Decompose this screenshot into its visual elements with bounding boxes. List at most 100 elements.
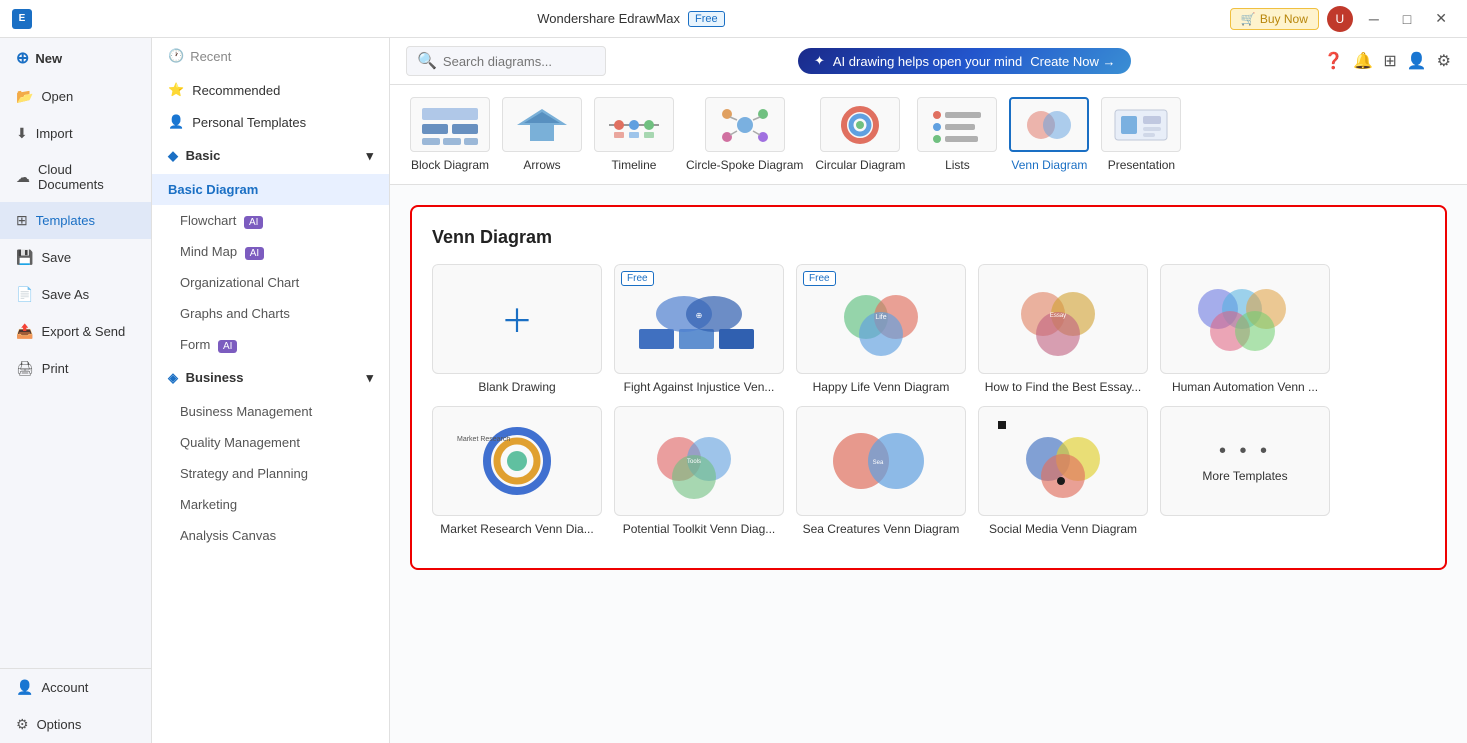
diagram-type-timeline[interactable]: Timeline bbox=[594, 97, 674, 172]
presentation-label: Presentation bbox=[1108, 158, 1175, 172]
recommended-item[interactable]: ⭐ Recommended bbox=[152, 74, 389, 106]
toolbar-icons: ❓ 🔔 ⊞ 👤 ⚙ bbox=[1323, 51, 1451, 71]
basic-diagram-item[interactable]: Basic Diagram bbox=[152, 174, 389, 205]
recent-icon: 🕐 bbox=[168, 48, 184, 64]
sidebar-item-export[interactable]: 📤 Export & Send bbox=[0, 313, 151, 350]
maximize-button[interactable]: □ bbox=[1395, 7, 1419, 31]
svg-text:Sea: Sea bbox=[873, 460, 884, 466]
ai-banner[interactable]: ✦ AI drawing helps open your mind Create… bbox=[798, 48, 1132, 74]
sea-name: Sea Creatures Venn Diagram bbox=[796, 522, 966, 536]
template-happy[interactable]: Free Life Happy Life Venn Diagram bbox=[796, 264, 966, 394]
business-collapse-icon: ▾ bbox=[366, 370, 373, 386]
quality-mgmt-item[interactable]: Quality Management bbox=[152, 427, 389, 458]
basic-category[interactable]: ◆ Basic ▾ bbox=[152, 138, 389, 174]
sidebar-item-cloud[interactable]: ☁ Cloud Documents bbox=[0, 152, 151, 202]
sidebar-item-save[interactable]: 💾 Save bbox=[0, 239, 151, 276]
template-fight[interactable]: Free ⊕ Fight Against Injustice Ven... bbox=[614, 264, 784, 394]
template-social[interactable]: Social Media Venn Diagram bbox=[978, 406, 1148, 536]
more-templates-card[interactable]: • • • More Templates bbox=[1160, 406, 1330, 516]
minimize-button[interactable]: ─ bbox=[1361, 7, 1387, 31]
analysis-item[interactable]: Analysis Canvas bbox=[152, 520, 389, 551]
svg-text:Life: Life bbox=[875, 314, 886, 321]
main-content: 🔍 ✦ AI drawing helps open your mind Crea… bbox=[390, 38, 1467, 743]
diagram-type-venn[interactable]: Venn Diagram bbox=[1009, 97, 1089, 172]
template-market[interactable]: Market Research Market Research Venn Dia… bbox=[432, 406, 602, 536]
template-automation[interactable]: Human Automation Venn ... bbox=[1160, 264, 1330, 394]
user-icon[interactable]: 👤 bbox=[1407, 51, 1427, 71]
template-row-1: ＋ Blank Drawing Free bbox=[432, 264, 1425, 394]
bell-icon[interactable]: 🔔 bbox=[1353, 51, 1373, 71]
svg-text:Market Research: Market Research bbox=[457, 436, 510, 443]
main-layout: ⊕ New 📂 Open ⬇ Import ☁ Cloud Documents … bbox=[0, 38, 1467, 743]
user-avatar[interactable]: U bbox=[1327, 6, 1353, 32]
diagram-type-presentation[interactable]: Presentation bbox=[1101, 97, 1181, 172]
blank-name: Blank Drawing bbox=[432, 380, 602, 394]
template-blank[interactable]: ＋ Blank Drawing bbox=[432, 264, 602, 394]
diagram-type-block[interactable]: Block Diagram bbox=[410, 97, 490, 172]
sidebar-item-options[interactable]: ⚙ Options bbox=[0, 706, 151, 743]
flowchart-item[interactable]: Flowchart AI bbox=[152, 205, 389, 236]
business-mgmt-item[interactable]: Business Management bbox=[152, 396, 389, 427]
timeline-label: Timeline bbox=[612, 158, 657, 172]
arrows-label: Arrows bbox=[523, 158, 560, 172]
title-bar: E Wondershare EdrawMax Free 🛒 Buy Now U … bbox=[0, 0, 1467, 38]
sidebar-item-open[interactable]: 📂 Open bbox=[0, 78, 151, 115]
open-icon: 📂 bbox=[16, 88, 33, 105]
close-button[interactable]: ✕ bbox=[1427, 6, 1455, 31]
mid-panel: 🕐 Recent ⭐ Recommended 👤 Personal Templa… bbox=[152, 38, 390, 743]
mind-map-item[interactable]: Mind Map AI bbox=[152, 236, 389, 267]
business-category[interactable]: ◈ Business ▾ bbox=[152, 360, 389, 396]
sidebar-item-account[interactable]: 👤 Account bbox=[0, 669, 151, 706]
diagram-type-arrows[interactable]: Arrows bbox=[502, 97, 582, 172]
title-bar-right: 🛒 Buy Now U ─ □ ✕ bbox=[1230, 6, 1455, 32]
create-now-button[interactable]: Create Now → bbox=[1030, 54, 1115, 69]
search-icon: 🔍 bbox=[417, 51, 437, 71]
more-templates-label: More Templates bbox=[1202, 469, 1287, 483]
template-toolkit[interactable]: Tools Potential Toolkit Venn Diag... bbox=[614, 406, 784, 536]
sidebar-item-save-as[interactable]: 📄 Save As bbox=[0, 276, 151, 313]
import-icon: ⬇ bbox=[16, 125, 28, 142]
cloud-icon: ☁ bbox=[16, 169, 30, 186]
svg-text:Essay: Essay bbox=[1050, 313, 1066, 319]
grid-icon[interactable]: ⊞ bbox=[1383, 51, 1396, 71]
sidebar-item-templates[interactable]: ⊞ Templates bbox=[0, 202, 151, 239]
app-name: Wondershare EdrawMax bbox=[537, 11, 680, 26]
blank-plus-icon: ＋ bbox=[501, 296, 533, 342]
sidebar-item-print[interactable]: 🖨 Print bbox=[0, 350, 151, 387]
org-chart-item[interactable]: Organizational Chart bbox=[152, 267, 389, 298]
form-ai-badge: AI bbox=[218, 340, 237, 353]
toolkit-img: Tools bbox=[614, 406, 784, 516]
essay-svg: Essay bbox=[998, 279, 1128, 359]
venn-section-title: Venn Diagram bbox=[432, 227, 1425, 248]
circular-svg bbox=[830, 104, 890, 146]
template-essay[interactable]: Essay How to Find the Best Essay... bbox=[978, 264, 1148, 394]
sidebar-item-import[interactable]: ⬇ Import bbox=[0, 115, 151, 152]
options-icon: ⚙ bbox=[16, 716, 29, 733]
circle-spoke-thumb bbox=[705, 97, 785, 152]
market-img: Market Research bbox=[432, 406, 602, 516]
title-bar-center: Wondershare EdrawMax Free bbox=[537, 11, 724, 27]
diagram-type-circular[interactable]: Circular Diagram bbox=[815, 97, 905, 172]
buy-now-button[interactable]: 🛒 Buy Now bbox=[1230, 8, 1319, 30]
personal-templates-item[interactable]: 👤 Personal Templates bbox=[152, 106, 389, 138]
happy-img: Free Life bbox=[796, 264, 966, 374]
marketing-item[interactable]: Marketing bbox=[152, 489, 389, 520]
strategy-item[interactable]: Strategy and Planning bbox=[152, 458, 389, 489]
template-more[interactable]: • • • More Templates bbox=[1160, 406, 1330, 536]
app-logo: E bbox=[12, 9, 32, 29]
personal-icon: 👤 bbox=[168, 114, 184, 130]
form-item[interactable]: Form AI bbox=[152, 329, 389, 360]
settings-icon[interactable]: ⚙ bbox=[1437, 51, 1451, 71]
plus-icon: ⊕ bbox=[16, 48, 29, 68]
template-sea[interactable]: Sea Sea Creatures Venn Diagram bbox=[796, 406, 966, 536]
new-button[interactable]: ⊕ New bbox=[0, 38, 151, 78]
help-icon[interactable]: ❓ bbox=[1323, 51, 1343, 71]
diagram-type-lists[interactable]: Lists bbox=[917, 97, 997, 172]
export-icon: 📤 bbox=[16, 323, 33, 340]
arrows-thumb bbox=[502, 97, 582, 152]
top-toolbar: 🔍 ✦ AI drawing helps open your mind Crea… bbox=[390, 38, 1467, 85]
diagram-type-circle-spoke[interactable]: Circle-Spoke Diagram bbox=[686, 97, 803, 172]
search-box[interactable]: 🔍 bbox=[406, 46, 606, 76]
graphs-charts-item[interactable]: Graphs and Charts bbox=[152, 298, 389, 329]
search-input[interactable] bbox=[443, 54, 583, 69]
